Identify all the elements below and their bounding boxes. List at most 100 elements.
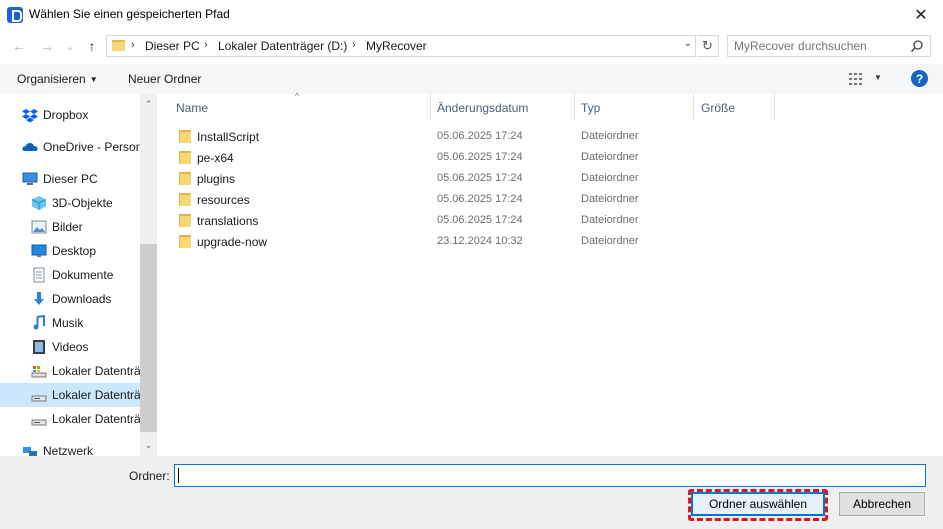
file-type: Dateiordner — [581, 172, 639, 184]
refresh-icon[interactable]: ↻ — [697, 35, 719, 57]
sidebar-item-label: Videos — [52, 340, 89, 354]
pictures-icon — [31, 219, 47, 235]
scroll-down-icon[interactable]: ⌄ — [140, 437, 157, 454]
file-list: Name ^ Änderungsdatum Typ Größe InstallS… — [157, 91, 943, 456]
file-type: Dateiordner — [581, 130, 639, 142]
file-name: plugins — [197, 172, 236, 186]
breadcrumb-separator: › — [352, 39, 356, 51]
scroll-up-icon[interactable]: ⌃ — [140, 96, 157, 113]
sidebar-item[interactable]: Downloads — [0, 287, 140, 311]
new-folder-button[interactable]: Neuer Ordner — [128, 72, 201, 86]
sidebar-item[interactable]: Musik — [0, 311, 140, 335]
sidebar-item-label: Downloads — [52, 292, 112, 306]
file-row[interactable]: upgrade-now 23.12.2024 10:32 Dateiordner — [175, 231, 775, 252]
sidebar-item[interactable]: Desktop — [0, 239, 140, 263]
sidebar-item[interactable]: Lokaler Datenträ — [0, 407, 140, 431]
sidebar-item[interactable]: Lokaler Datenträ — [0, 359, 140, 383]
chevron-down-icon: ▼ — [89, 75, 98, 84]
recent-locations-icon[interactable]: ⌄ — [60, 36, 80, 56]
file-type: Dateiordner — [581, 193, 639, 205]
file-modified-date: 05.06.2025 17:24 — [437, 130, 523, 142]
file-row[interactable]: plugins 05.06.2025 17:24 Dateiordner — [175, 168, 775, 189]
sidebar-item[interactable]: Dokumente — [0, 263, 140, 287]
address-dropdown-icon[interactable]: ⌄ — [684, 38, 692, 49]
music-icon — [31, 314, 47, 331]
sidebar-item-label: Desktop — [52, 244, 97, 258]
column-header-date[interactable]: Änderungsdatum — [437, 94, 528, 120]
sidebar-scrollbar[interactable]: ⌃ ⌄ — [140, 94, 157, 456]
organize-button[interactable]: Organisieren ▼ — [17, 72, 98, 86]
breadcrumb-separator: › — [131, 39, 135, 51]
column-header-name[interactable]: Name — [176, 94, 208, 120]
file-row[interactable]: translations 05.06.2025 17:24 Dateiordner — [175, 210, 775, 231]
drive-icon — [31, 387, 47, 403]
sidebar-item-label: Dokumente — [52, 268, 114, 282]
view-options-icon[interactable] — [849, 72, 865, 86]
file-row[interactable]: pe-x64 05.06.2025 17:24 Dateiordner — [175, 147, 775, 168]
window-title: Wählen Sie einen gespeicherten Pfad — [29, 7, 230, 21]
cancel-button[interactable]: Abbrechen — [839, 492, 925, 516]
file-modified-date: 05.06.2025 17:24 — [437, 193, 523, 205]
sidebar-item[interactable]: Bilder — [0, 215, 140, 239]
navigation-bar: ← → ⌄ ↑ › Dieser PC › Lokaler Datenträge… — [0, 32, 943, 60]
command-toolbar: Organisieren ▼ Neuer Ordner ▼ ? — [0, 64, 943, 94]
desktop-icon — [31, 243, 47, 259]
back-arrow-icon[interactable]: ← — [9, 36, 29, 56]
forward-arrow-icon[interactable]: → — [37, 36, 57, 56]
sidebar-item-label: Dieser PC — [43, 172, 98, 186]
sidebar-item[interactable]: Dropbox — [0, 103, 140, 127]
folder-field[interactable] — [174, 464, 926, 487]
file-name: resources — [197, 193, 250, 207]
3d-objects-icon — [31, 195, 47, 211]
sidebar-item-label: OneDrive - Person — [43, 140, 140, 154]
view-dropdown-icon[interactable]: ▼ — [874, 73, 882, 82]
column-divider[interactable] — [774, 94, 775, 120]
folder-icon — [112, 40, 125, 51]
file-row[interactable]: resources 05.06.2025 17:24 Dateiordner — [175, 189, 775, 210]
sidebar-item-label: 3D-Objekte — [52, 196, 113, 210]
onedrive-icon — [22, 139, 38, 155]
file-modified-date: 05.06.2025 17:24 — [437, 214, 523, 226]
sidebar-item-label: Dropbox — [43, 108, 89, 122]
breadcrumb-myrecover[interactable]: MyRecover — [366, 39, 427, 53]
file-name: translations — [197, 214, 259, 228]
highlight-annotation — [688, 489, 828, 521]
column-divider[interactable] — [693, 94, 694, 120]
sidebar-item[interactable]: Netzwerk — [0, 439, 140, 456]
close-icon[interactable]: ✕ — [899, 0, 943, 30]
documents-icon — [31, 267, 47, 283]
help-icon[interactable]: ? — [911, 70, 928, 87]
column-header-type[interactable]: Typ — [581, 94, 600, 120]
file-name: pe-x64 — [197, 151, 234, 165]
column-divider[interactable] — [574, 94, 575, 120]
sidebar-item[interactable]: Lokaler Datenträ — [0, 383, 140, 407]
file-row[interactable]: InstallScript 05.06.2025 17:24 Dateiordner — [175, 126, 775, 147]
folder-icon — [179, 235, 191, 248]
folder-input[interactable] — [178, 468, 918, 483]
file-name: upgrade-now — [197, 235, 268, 249]
column-header-size[interactable]: Größe — [701, 94, 735, 120]
breadcrumb-this-pc[interactable]: Dieser PC — [145, 39, 200, 53]
folder-icon — [179, 172, 191, 185]
up-arrow-icon[interactable]: ↑ — [82, 36, 102, 56]
sidebar-item[interactable]: Videos — [0, 335, 140, 359]
folder-icon — [179, 130, 191, 143]
sidebar-item-label: Lokaler Datenträ — [52, 388, 140, 402]
search-box[interactable] — [727, 35, 931, 57]
folder-icon — [179, 214, 191, 227]
sidebar-item[interactable]: Dieser PC — [0, 167, 140, 191]
folder-icon — [179, 151, 191, 164]
sidebar-item[interactable]: 3D-Objekte — [0, 191, 140, 215]
search-input[interactable] — [734, 39, 904, 53]
sidebar-item-label: Lokaler Datenträ — [52, 412, 140, 426]
sidebar-item-label: Bilder — [52, 220, 83, 234]
sidebar-item[interactable]: OneDrive - Person — [0, 135, 140, 159]
breadcrumb-drive-d[interactable]: Lokaler Datenträger (D:) — [218, 39, 347, 53]
breadcrumb-separator: › — [204, 39, 208, 51]
folder-field-label: Ordner: — [129, 469, 170, 483]
column-divider[interactable] — [430, 94, 431, 120]
search-icon[interactable] — [910, 39, 924, 53]
sidebar-item-label: Lokaler Datenträ — [52, 364, 140, 378]
scrollbar-thumb[interactable] — [140, 244, 157, 432]
address-bar[interactable]: › Dieser PC › Lokaler Datenträger (D:) ›… — [106, 35, 696, 57]
